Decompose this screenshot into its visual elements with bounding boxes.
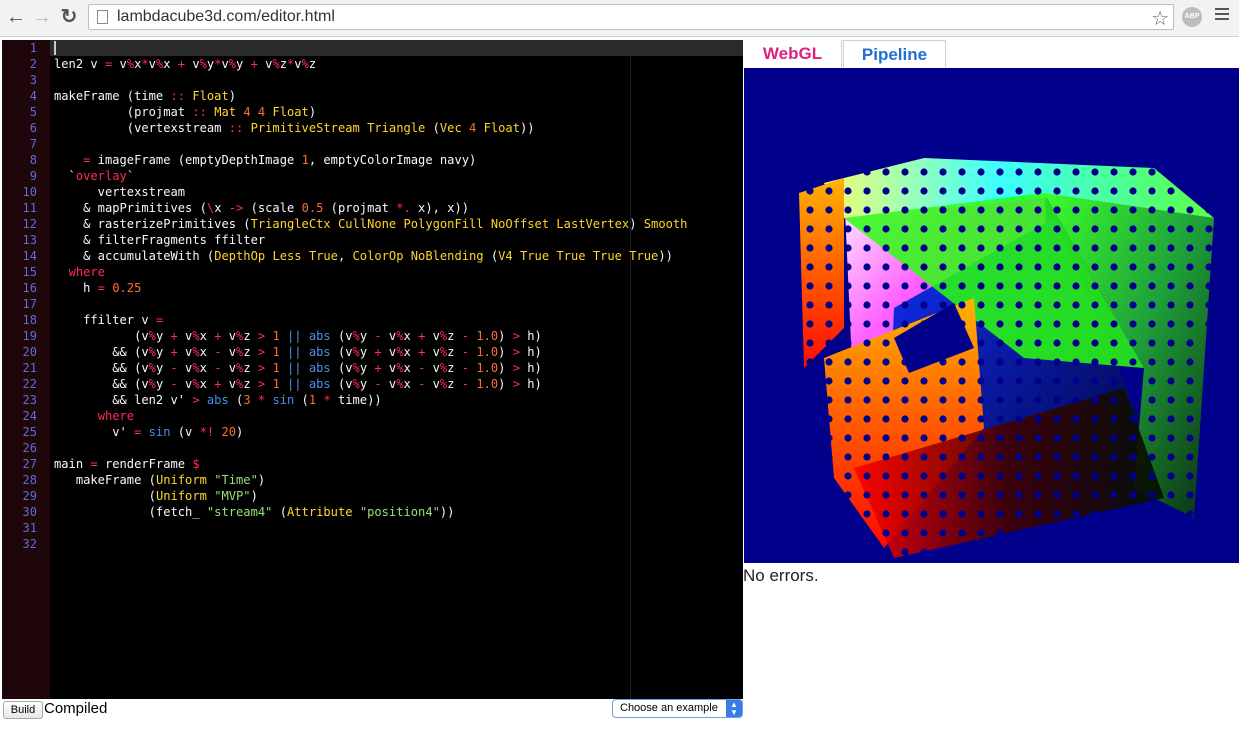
code-text[interactable]: (v%y + v%x + v%z > 1 || abs (v%y - v%x +… <box>54 328 542 344</box>
code-text[interactable]: len2 v = v%x*v%x + v%y*v%y + v%z*v%z <box>54 56 316 72</box>
line-number: 1 <box>29 41 37 55</box>
example-select-value: Choose an example <box>620 702 718 714</box>
code-text[interactable]: v' = sin (v *! 20) <box>54 424 243 440</box>
line-number: 12 <box>22 217 37 231</box>
browser-toolbar: ← → ↻ lambdacube3d.com/editor.html ☆ ABP <box>0 0 1239 37</box>
build-button[interactable]: Build <box>3 701 43 719</box>
address-bar[interactable]: lambdacube3d.com/editor.html ☆ <box>88 4 1174 30</box>
code-text[interactable]: vertexstream <box>54 184 185 200</box>
adblock-icon[interactable]: ABP <box>1182 7 1202 27</box>
line-number: 9 <box>29 169 37 183</box>
active-line-highlight <box>50 40 743 56</box>
webgl-canvas[interactable] <box>744 68 1239 563</box>
line-number: 13 <box>22 233 37 247</box>
line-number: 27 <box>22 457 37 471</box>
select-arrows-icon: ▲ ▼ <box>726 700 742 717</box>
url-text[interactable]: lambdacube3d.com/editor.html <box>117 8 335 26</box>
line-number: 25 <box>22 425 37 439</box>
line-number: 15 <box>22 265 37 279</box>
line-number: 32 <box>22 537 37 551</box>
code-text[interactable]: && (v%y - v%x + v%z > 1 || abs (v%y - v%… <box>54 376 542 392</box>
code-text[interactable]: makeFrame (Uniform "Time") <box>54 472 265 488</box>
line-number: 16 <box>22 281 37 295</box>
line-number: 31 <box>22 521 37 535</box>
code-text[interactable]: where <box>54 408 134 424</box>
line-number: 10 <box>22 185 37 199</box>
bookmark-star-icon[interactable]: ☆ <box>1151 6 1169 31</box>
page-icon <box>97 10 108 24</box>
line-number: 18 <box>22 313 37 327</box>
line-number: 17 <box>22 297 37 311</box>
code-text[interactable]: makeFrame (time :: Float) <box>54 88 236 104</box>
line-number: 21 <box>22 361 37 375</box>
line-number: 8 <box>29 153 37 167</box>
tab-webgl[interactable]: WebGL <box>744 40 842 67</box>
line-number: 28 <box>22 473 37 487</box>
line-number: 5 <box>29 105 37 119</box>
line-number: 11 <box>22 201 37 215</box>
line-number: 2 <box>29 57 37 71</box>
line-number: 30 <box>22 505 37 519</box>
error-output: No errors. <box>743 566 819 585</box>
code-text[interactable]: && (v%y - v%x - v%z > 1 || abs (v%y + v%… <box>54 360 542 376</box>
code-text[interactable]: h = 0.25 <box>54 280 141 296</box>
code-text[interactable]: & mapPrimitives (\x -> (scale 0.5 (projm… <box>54 200 469 216</box>
line-number: 19 <box>22 329 37 343</box>
line-number: 22 <box>22 377 37 391</box>
forward-arrow-icon[interactable]: → <box>31 6 53 28</box>
line-number: 23 <box>22 393 37 407</box>
code-text[interactable]: where <box>54 264 105 280</box>
text-cursor <box>54 41 56 55</box>
code-text[interactable]: (Uniform "MVP") <box>54 488 258 504</box>
line-number: 29 <box>22 489 37 503</box>
code-text[interactable]: `overlay` <box>54 168 135 184</box>
reload-icon[interactable]: ↻ <box>58 6 80 28</box>
line-number: 3 <box>29 73 37 87</box>
line-number: 7 <box>29 137 37 151</box>
line-number: 26 <box>22 441 37 455</box>
code-text[interactable]: = imageFrame (emptyDepthImage 1, emptyCo… <box>54 152 476 168</box>
code-text[interactable]: ffilter v = <box>54 312 163 328</box>
code-text[interactable]: (projmat :: Mat 4 4 Float) <box>54 104 316 120</box>
rendered-cube <box>799 158 1214 558</box>
print-margin <box>630 56 631 699</box>
code-text[interactable]: && (v%y + v%x - v%z > 1 || abs (v%y + v%… <box>54 344 542 360</box>
back-arrow-icon[interactable]: ← <box>5 6 27 28</box>
line-number: 14 <box>22 249 37 263</box>
tab-pipeline[interactable]: Pipeline <box>843 40 946 67</box>
code-text[interactable]: && len2 v' > abs (3 * sin (1 * time)) <box>54 392 381 408</box>
code-text[interactable]: (fetch_ "stream4" (Attribute "position4"… <box>54 504 455 520</box>
menu-icon[interactable] <box>1215 8 1229 23</box>
code-text[interactable]: & accumulateWith (DepthOp Less True, Col… <box>54 248 673 264</box>
code-text[interactable]: & rasterizePrimitives (TriangleCtx CullN… <box>54 216 687 232</box>
compile-status: Compiled <box>44 700 108 717</box>
code-text[interactable]: main = renderFrame $ <box>54 456 200 472</box>
line-number: 20 <box>22 345 37 359</box>
line-number: 4 <box>29 89 37 103</box>
line-number: 24 <box>22 409 37 423</box>
example-select[interactable]: Choose an example ▲ ▼ <box>612 699 743 718</box>
line-number: 6 <box>29 121 37 135</box>
code-text[interactable]: & filterFragments ffilter <box>54 232 265 248</box>
code-text[interactable]: (vertexstream :: PrimitiveStream Triangl… <box>54 120 535 136</box>
code-editor[interactable]: 1 2 len2 v = v%x*v%x + v%y*v%y + v%z*v%z 3 4… <box>2 40 743 699</box>
